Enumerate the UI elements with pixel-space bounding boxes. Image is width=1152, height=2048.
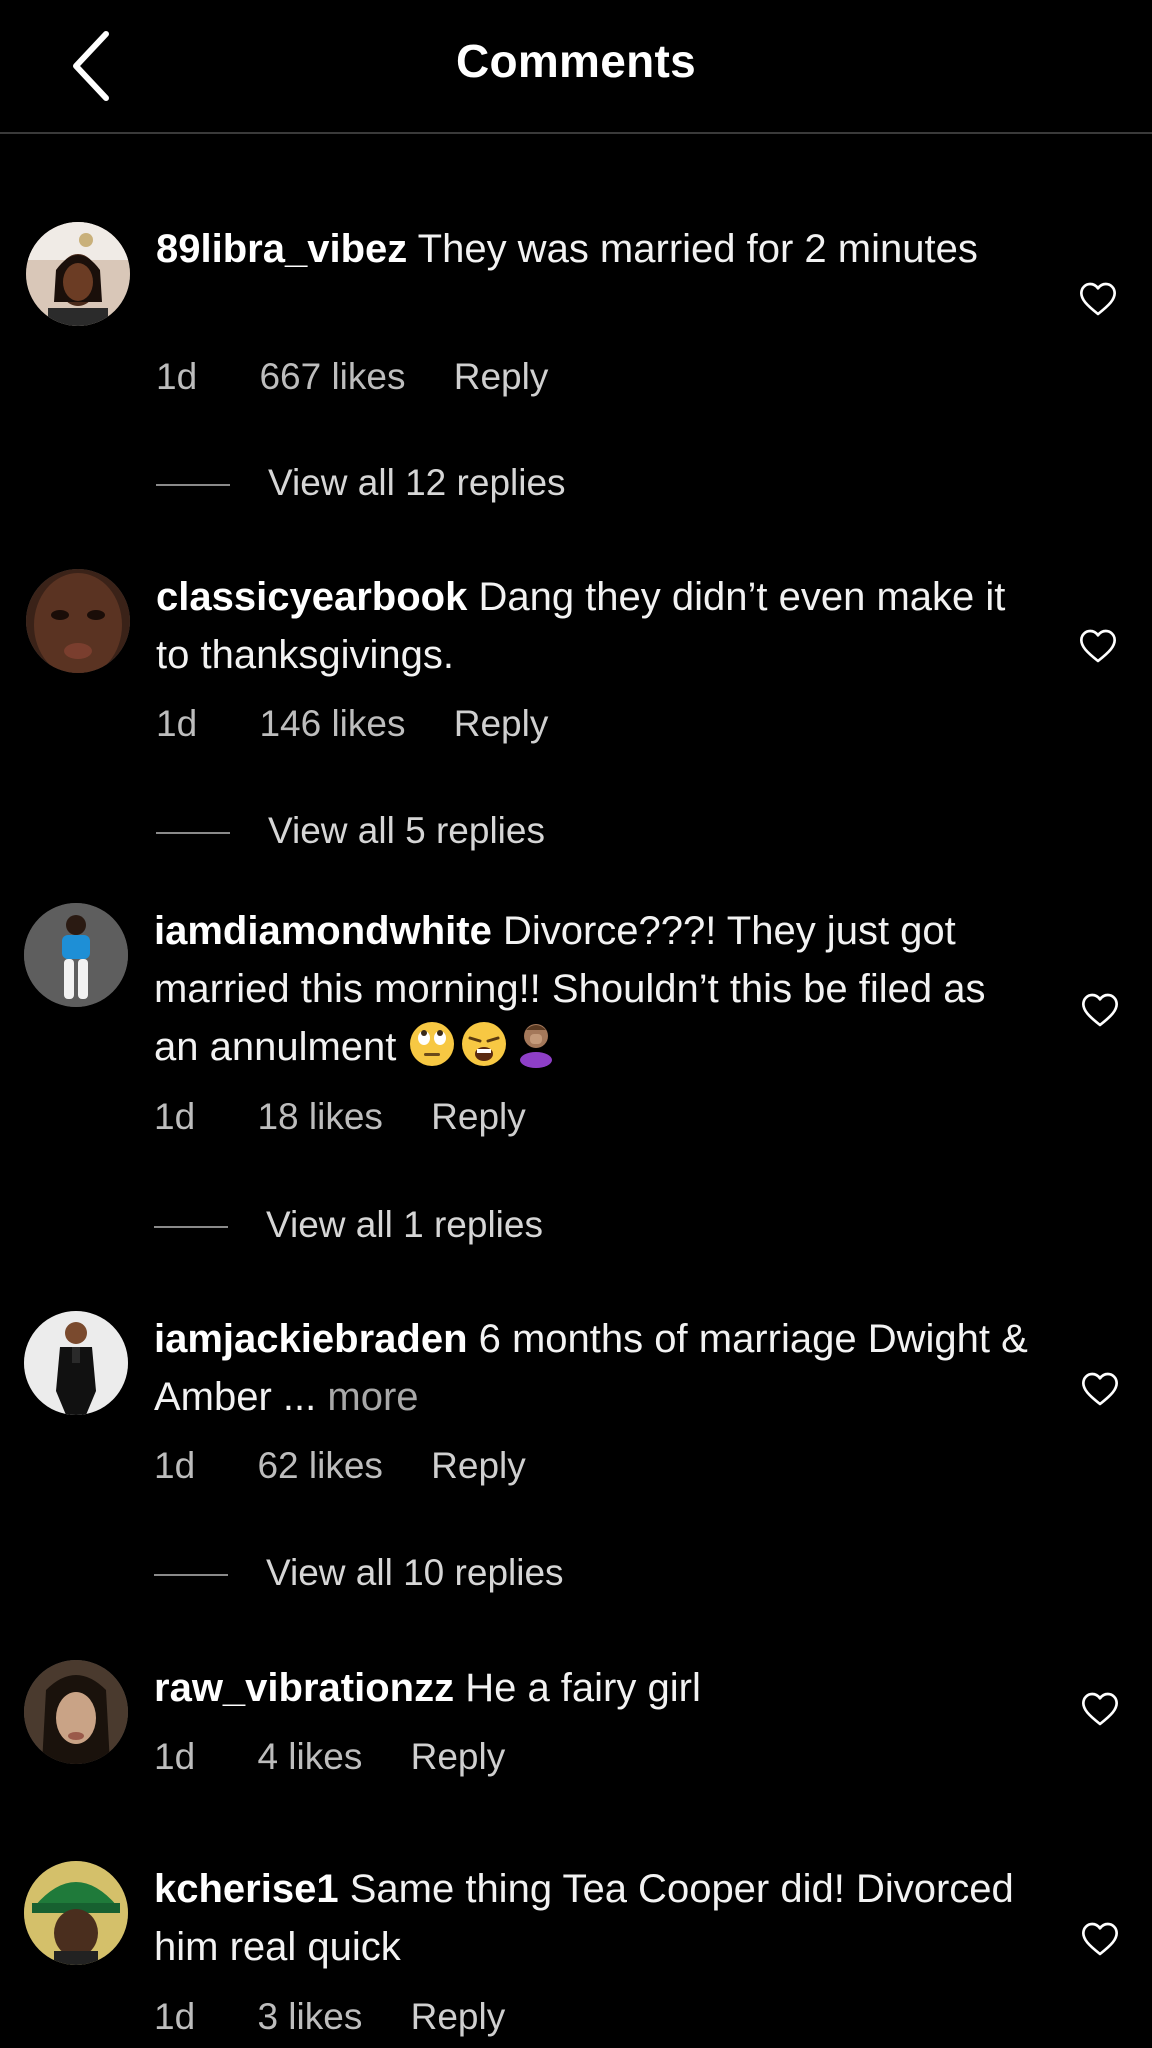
comment-meta: 1d 18 likes Reply [154, 1096, 564, 1138]
more-link[interactable]: more [327, 1375, 418, 1419]
likes-count[interactable]: 4 likes [257, 1736, 362, 1777]
avatar[interactable] [24, 903, 128, 1007]
avatar[interactable] [26, 222, 130, 326]
view-replies-button[interactable]: View all 10 replies [154, 1552, 564, 1602]
view-replies-label: View all 10 replies [266, 1552, 564, 1593]
view-replies-button[interactable]: View all 1 replies [154, 1204, 543, 1254]
like-button[interactable] [1080, 990, 1120, 1030]
eye-roll-emoji [408, 1020, 456, 1068]
avatar[interactable] [26, 569, 130, 673]
comment-timestamp: 1d [154, 1445, 196, 1486]
comment-timestamp: 1d [154, 1096, 196, 1137]
likes-count[interactable]: 18 likes [257, 1096, 382, 1137]
top-bar: Comments [0, 0, 1152, 134]
heart-outline-icon [1082, 1922, 1118, 1956]
reply-button[interactable]: Reply [411, 1736, 506, 1777]
likes-count[interactable]: 3 likes [257, 1996, 362, 2037]
view-replies-label: View all 1 replies [266, 1204, 543, 1245]
heart-outline-icon [1082, 993, 1118, 1027]
replies-divider [156, 832, 230, 835]
weary-face-emoji [460, 1020, 508, 1068]
comment-meta: 1d 62 likes Reply [154, 1445, 564, 1487]
avatar[interactable] [24, 1311, 128, 1415]
comment-text: iamdiamondwhite Divorce???! They just go… [154, 902, 1034, 1076]
page-title: Comments [455, 35, 697, 87]
likes-count[interactable]: 667 likes [259, 356, 405, 397]
like-button[interactable] [1080, 1689, 1120, 1729]
comment-text: classicyearbook Dang they didn’t even ma… [156, 568, 1036, 684]
view-replies-label: View all 5 replies [268, 810, 545, 851]
comment-timestamp: 1d [154, 1736, 196, 1777]
comment-text: raw_vibrationzz He a fairy girl [154, 1659, 1034, 1717]
like-button[interactable] [1078, 626, 1118, 666]
comment-meta: 1d 146 likes Reply [156, 703, 586, 745]
comment-text: kcherise1 Same thing Tea Cooper did! Div… [154, 1860, 1034, 1976]
reply-button[interactable]: Reply [431, 1096, 526, 1137]
comment-meta: 1d 667 likes Reply [156, 356, 586, 398]
comment-content: They was married for 2 minutes [417, 227, 978, 271]
reply-button[interactable]: Reply [454, 356, 549, 397]
comment-username[interactable]: classicyearbook [156, 575, 467, 619]
avatar[interactable] [24, 1861, 128, 1965]
replies-divider [156, 484, 230, 487]
comment-text: 89libra_vibez They was married for 2 min… [156, 220, 1036, 278]
comment-meta: 1d 4 likes Reply [154, 1736, 543, 1778]
likes-count[interactable]: 146 likes [259, 703, 405, 744]
comment-username[interactable]: iamjackiebraden [154, 1317, 468, 1361]
comment-username[interactable]: raw_vibrationzz [154, 1666, 454, 1710]
avatar[interactable] [24, 1660, 128, 1764]
like-button[interactable] [1078, 279, 1118, 319]
comment-timestamp: 1d [156, 356, 198, 397]
heart-outline-icon [1080, 629, 1116, 663]
likes-count[interactable]: 62 likes [257, 1445, 382, 1486]
comment-timestamp: 1d [154, 1996, 196, 2037]
reply-button[interactable]: Reply [431, 1445, 526, 1486]
reply-button[interactable]: Reply [454, 703, 549, 744]
comment-timestamp: 1d [156, 703, 198, 744]
view-replies-label: View all 12 replies [268, 462, 566, 503]
heart-outline-icon [1080, 282, 1116, 316]
comment-username[interactable]: 89libra_vibez [156, 227, 407, 271]
heart-outline-icon [1082, 1692, 1118, 1726]
comment-username[interactable]: iamdiamondwhite [154, 909, 492, 953]
view-replies-button[interactable]: View all 12 replies [156, 462, 566, 512]
view-replies-button[interactable]: View all 5 replies [156, 810, 545, 860]
like-button[interactable] [1080, 1369, 1120, 1409]
heart-outline-icon [1082, 1372, 1118, 1406]
replies-divider [154, 1574, 228, 1577]
reply-button[interactable]: Reply [411, 1996, 506, 2037]
comment-text: iamjackiebraden 6 months of marriage Dwi… [154, 1310, 1034, 1426]
comment-username[interactable]: kcherise1 [154, 1867, 339, 1911]
like-button[interactable] [1080, 1919, 1120, 1959]
replies-divider [154, 1226, 228, 1229]
comment-meta: 1d 3 likes Reply [154, 1996, 543, 2038]
comment-content: He a fairy girl [465, 1666, 701, 1710]
facepalm-emoji [512, 1020, 560, 1068]
